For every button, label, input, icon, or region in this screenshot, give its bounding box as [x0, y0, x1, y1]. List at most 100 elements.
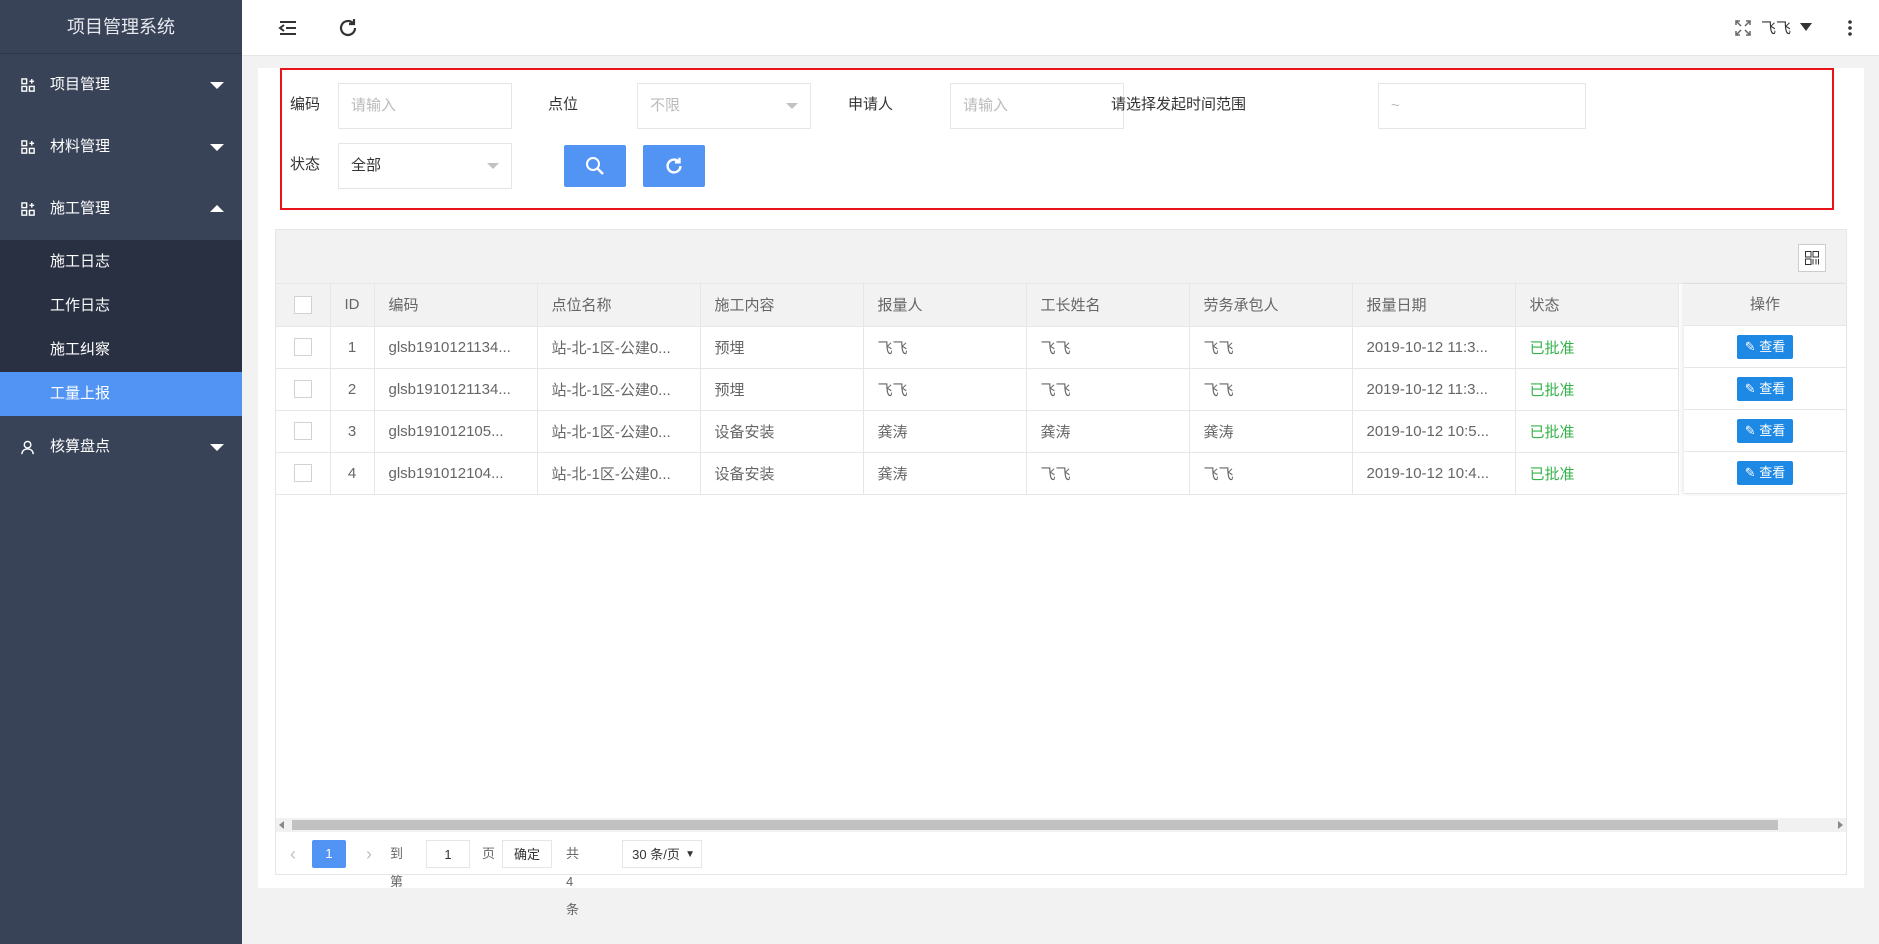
menu-collapse-icon[interactable] [276, 16, 300, 40]
cell-reporter: 飞飞 [863, 368, 1027, 411]
cell-point: 站-北-1区-公建0... [537, 410, 701, 453]
cell-id: 3 [330, 410, 375, 453]
user-icon [21, 440, 34, 455]
page-size-select[interactable]: 30 条/页 ▼ [622, 840, 702, 868]
cell-content: 设备安装 [700, 452, 864, 495]
cell-reporter: 龚涛 [863, 410, 1027, 453]
sidebar-subitem-work-log[interactable]: 工作日志 [0, 284, 242, 328]
col-header-point[interactable]: 点位名称 [537, 284, 701, 327]
cell-point: 站-北-1区-公建0... [537, 326, 701, 369]
sidebar-subitem-inspection[interactable]: 施工纠察 [0, 328, 242, 372]
col-header-content[interactable]: 施工内容 [700, 284, 864, 327]
cell-content: 设备安装 [700, 410, 864, 453]
applicant-label: 申请人 [848, 96, 894, 113]
cell-contractor: 飞飞 [1189, 368, 1353, 411]
cell-date: 2019-10-12 11:3... [1352, 326, 1516, 369]
grid-plus-icon [21, 202, 35, 216]
chevron-down-icon [210, 444, 224, 451]
cell-contractor: 飞飞 [1189, 326, 1353, 369]
row-checkbox[interactable] [293, 422, 312, 441]
sidebar-item-accounting[interactable]: 核算盘点 [0, 416, 242, 478]
row-checkbox[interactable] [293, 380, 312, 399]
table-row[interactable]: 4 glsb191012104... 站-北-1区-公建0... 设备安装 龚涛… [276, 452, 1679, 495]
row-checkbox[interactable] [293, 338, 312, 357]
app-title: 项目管理系统 [0, 0, 242, 54]
col-header-reporter[interactable]: 报量人 [863, 284, 1027, 327]
point-select-value: 不限 [650, 97, 681, 114]
fullscreen-icon[interactable] [1731, 16, 1755, 40]
grid-plus-icon [21, 78, 35, 92]
cell-foreman: 飞飞 [1026, 368, 1190, 411]
cell-status: 已批准 [1515, 368, 1679, 411]
status-select-value: 全部 [351, 157, 382, 174]
sidebar: 项目管理系统 项目管理 材料管理 施工管理 施工日志 工作日志 施工纠察 工量上… [0, 0, 242, 944]
applicant-input[interactable]: 请输入 [950, 83, 1124, 129]
search-button[interactable] [564, 145, 626, 187]
refresh-icon[interactable] [336, 16, 360, 40]
table-row[interactable]: 2 glsb1910121134... 站-北-1区-公建0... 预埋 飞飞 … [276, 368, 1679, 411]
code-input[interactable]: 请输入 [338, 83, 512, 129]
page-number-current[interactable]: 1 [312, 840, 346, 868]
scrollbar-thumb[interactable] [292, 820, 1778, 830]
reset-button[interactable] [643, 145, 705, 187]
column-filter-button[interactable] [1798, 244, 1826, 272]
user-name[interactable]: 飞飞 [1761, 17, 1791, 38]
cell-foreman: 龚涛 [1026, 410, 1190, 453]
goto-confirm-button[interactable]: 确定 [502, 840, 552, 868]
table-row[interactable]: 1 glsb1910121134... 站-北-1区-公建0... 预埋 飞飞 … [276, 326, 1679, 369]
sidebar-item-material[interactable]: 材料管理 [0, 116, 242, 178]
cell-content: 预埋 [700, 368, 864, 411]
col-header-code[interactable]: 编码 [374, 284, 538, 327]
col-header-foreman[interactable]: 工长姓名 [1026, 284, 1190, 327]
view-button[interactable]: ✎ 查看 [1736, 335, 1794, 360]
cell-contractor: 龚涛 [1189, 410, 1353, 453]
caret-down-icon: ▼ [685, 849, 695, 860]
caret-down-icon[interactable] [1799, 22, 1813, 32]
cell-reporter: 飞飞 [863, 326, 1027, 369]
sidebar-item-construction[interactable]: 施工管理 [0, 178, 242, 240]
time-range-input[interactable]: ~ [1378, 83, 1586, 129]
fixed-operation-column: 操作 ✎ 查看 ✎ 查看 ✎ 查看 ✎ 查看 [1684, 284, 1846, 494]
point-select[interactable]: 不限 [637, 83, 811, 129]
table-row[interactable]: 3 glsb191012105... 站-北-1区-公建0... 设备安装 龚涛… [276, 410, 1679, 453]
sidebar-subitem-construction-log[interactable]: 施工日志 [0, 240, 242, 284]
scroll-left-icon[interactable] [279, 821, 284, 829]
col-header-id[interactable]: ID [330, 284, 375, 327]
row-checkbox[interactable] [293, 464, 312, 483]
next-page-icon[interactable]: › [366, 840, 372, 868]
horizontal-scrollbar[interactable] [276, 818, 1846, 832]
columns-icon [1805, 251, 1819, 265]
chevron-up-icon [210, 205, 224, 212]
cell-point: 站-北-1区-公建0... [537, 452, 701, 495]
prev-page-icon[interactable]: ‹ [290, 840, 296, 868]
sidebar-item-label: 材料管理 [50, 138, 111, 155]
cell-date: 2019-10-12 10:4... [1352, 452, 1516, 495]
goto-page-input[interactable]: 1 [426, 840, 470, 868]
more-vertical-icon[interactable] [1847, 18, 1853, 38]
caret-down-icon [487, 163, 499, 169]
cell-foreman: 飞飞 [1026, 452, 1190, 495]
col-header-contractor[interactable]: 劳务承包人 [1189, 284, 1353, 327]
code-label: 编码 [290, 96, 321, 113]
col-header-status[interactable]: 状态 [1515, 284, 1679, 327]
sidebar-subitem-quantity-report[interactable]: 工量上报 [0, 372, 242, 416]
select-all-checkbox[interactable] [293, 295, 312, 314]
col-header-date[interactable]: 报量日期 [1352, 284, 1516, 327]
status-label: 状态 [290, 156, 321, 173]
cell-reporter: 龚涛 [863, 452, 1027, 495]
view-button[interactable]: ✎ 查看 [1736, 377, 1794, 402]
table-toolbar [276, 230, 1846, 284]
refresh-icon [666, 157, 682, 174]
sidebar-item-project[interactable]: 项目管理 [0, 54, 242, 116]
cell-code: glsb191012105... [374, 410, 538, 453]
cell-id: 1 [330, 326, 375, 369]
caret-down-icon [786, 103, 798, 109]
cell-code: glsb1910121134... [374, 326, 538, 369]
status-select[interactable]: 全部 [338, 143, 512, 189]
data-table: ID 编码 点位名称 施工内容 报量人 工长姓名 劳务承包人 报量日期 状态 1… [275, 229, 1847, 917]
scroll-right-icon[interactable] [1838, 821, 1843, 829]
view-button[interactable]: ✎ 查看 [1736, 419, 1794, 444]
cell-date: 2019-10-12 10:5... [1352, 410, 1516, 453]
view-button[interactable]: ✎ 查看 [1736, 461, 1794, 486]
page-unit-label: 页 [482, 846, 496, 861]
